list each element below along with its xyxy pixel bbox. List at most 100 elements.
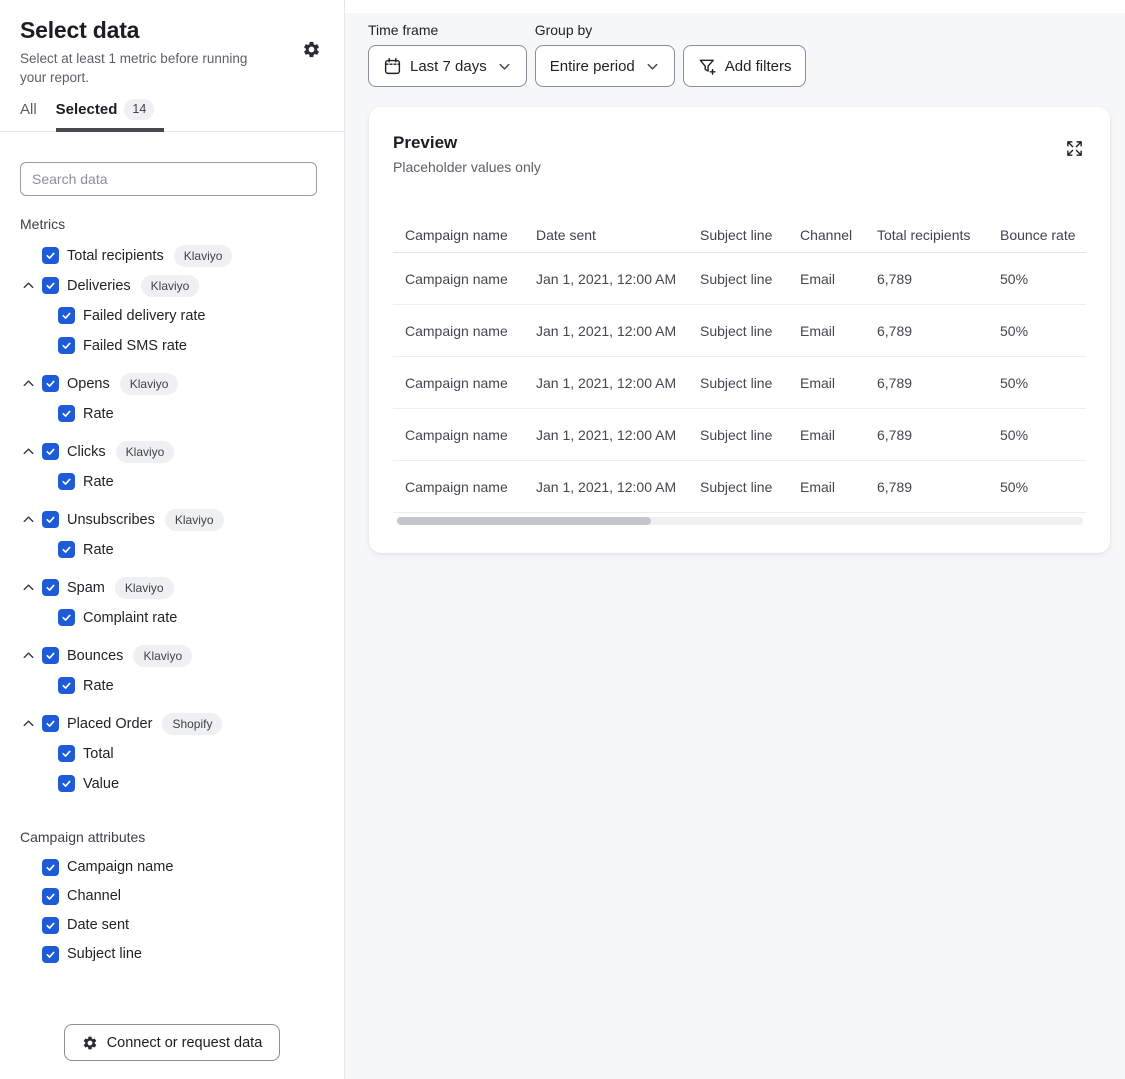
table-column-header: Date sent xyxy=(524,227,688,243)
select-data-sidebar: Select data Select at least 1 metric bef… xyxy=(0,0,345,1079)
group-by-label: Group by xyxy=(535,22,675,38)
metric-checkbox[interactable] xyxy=(42,715,59,732)
tab-all[interactable]: All xyxy=(20,99,37,131)
metric-checkbox[interactable] xyxy=(58,405,75,422)
metric-child-row: Failed SMS rate xyxy=(20,331,344,361)
table-cell: Jan 1, 2021, 12:00 AM xyxy=(524,427,688,443)
chevron-up-icon[interactable] xyxy=(20,716,36,731)
metric-group: Opens Klaviyo Rate xyxy=(20,369,344,429)
metric-children: Rate xyxy=(20,399,344,429)
metric-child-label: Complaint rate xyxy=(83,610,177,626)
metric-group: Total recipients Klaviyo xyxy=(20,241,344,271)
attribute-row: Channel xyxy=(20,882,344,911)
metric-checkbox[interactable] xyxy=(58,775,75,792)
time-frame-value: Last 7 days xyxy=(410,58,487,75)
source-badge: Klaviyo xyxy=(174,245,233,267)
horizontal-scrollbar-thumb[interactable] xyxy=(397,517,651,525)
connect-request-data-label: Connect or request data xyxy=(107,1035,263,1051)
chevron-up-icon[interactable] xyxy=(20,648,36,663)
table-cell: Jan 1, 2021, 12:00 AM xyxy=(524,271,688,287)
metric-children: Rate xyxy=(20,535,344,565)
table-row: Campaign nameJan 1, 2021, 12:00 AMSubjec… xyxy=(393,409,1086,461)
metric-checkbox[interactable] xyxy=(58,677,75,694)
attribute-checkbox[interactable] xyxy=(42,888,59,905)
preview-title: Preview xyxy=(393,131,541,155)
chevron-up-icon[interactable] xyxy=(20,512,36,527)
preview-table-header: Campaign nameDate sentSubject lineChanne… xyxy=(393,217,1086,253)
attributes-list: Campaign name Channel Date sent Subject … xyxy=(20,853,344,969)
metric-checkbox[interactable] xyxy=(42,247,59,264)
metric-child-row: Rate xyxy=(20,467,344,497)
table-cell: Campaign name xyxy=(393,427,524,443)
metric-checkbox[interactable] xyxy=(58,337,75,354)
metric-checkbox[interactable] xyxy=(58,541,75,558)
metric-checkbox[interactable] xyxy=(58,609,75,626)
sidebar-footer: Connect or request data xyxy=(0,1010,344,1079)
metric-checkbox[interactable] xyxy=(58,307,75,324)
connect-request-data-button[interactable]: Connect or request data xyxy=(64,1024,281,1061)
sidebar-header: Select data Select at least 1 metric bef… xyxy=(0,0,344,87)
attribute-label: Channel xyxy=(67,888,121,904)
chevron-up-icon[interactable] xyxy=(20,580,36,595)
metric-group: Unsubscribes Klaviyo Rate xyxy=(20,505,344,565)
attribute-checkbox[interactable] xyxy=(42,859,59,876)
metric-checkbox[interactable] xyxy=(42,277,59,294)
metric-checkbox[interactable] xyxy=(42,375,59,392)
settings-gear-icon[interactable] xyxy=(300,38,322,60)
metric-checkbox[interactable] xyxy=(42,647,59,664)
sidebar-subtitle: Select at least 1 metric before running … xyxy=(20,49,272,87)
tab-selected-label: Selected xyxy=(56,101,118,118)
metric-row: Bounces Klaviyo xyxy=(20,641,344,671)
search-input[interactable] xyxy=(20,162,317,196)
group-by-dropdown[interactable]: Entire period xyxy=(535,45,675,87)
attribute-row: Date sent xyxy=(20,911,344,940)
selected-count-badge: 14 xyxy=(124,99,154,120)
metric-checkbox[interactable] xyxy=(42,443,59,460)
table-row: Campaign nameJan 1, 2021, 12:00 AMSubjec… xyxy=(393,305,1086,357)
table-cell: Email xyxy=(788,271,865,287)
metric-label: Bounces xyxy=(67,648,123,664)
preview-table: Campaign nameDate sentSubject lineChanne… xyxy=(393,217,1086,525)
metric-child-row: Value xyxy=(20,769,344,799)
table-cell: Email xyxy=(788,375,865,391)
group-by-value: Entire period xyxy=(550,58,635,75)
table-cell: Subject line xyxy=(688,427,788,443)
metric-child-row: Rate xyxy=(20,399,344,429)
metric-checkbox[interactable] xyxy=(58,473,75,490)
tab-selected[interactable]: Selected 14 xyxy=(56,99,155,131)
chevron-up-icon[interactable] xyxy=(20,278,36,293)
time-frame-dropdown[interactable]: Last 7 days xyxy=(368,45,527,87)
expand-icon[interactable] xyxy=(1063,137,1086,160)
table-cell: Campaign name xyxy=(393,479,524,495)
metric-checkbox[interactable] xyxy=(42,579,59,596)
metric-label: Unsubscribes xyxy=(67,512,155,528)
metric-child-label: Rate xyxy=(83,406,114,422)
sidebar-tabs: All Selected 14 xyxy=(0,99,344,132)
chevron-up-icon[interactable] xyxy=(20,376,36,391)
table-cell: Email xyxy=(788,323,865,339)
attribute-checkbox[interactable] xyxy=(42,917,59,934)
metric-label: Opens xyxy=(67,376,110,392)
table-row: Campaign nameJan 1, 2021, 12:00 AMSubjec… xyxy=(393,461,1086,513)
metric-label: Deliveries xyxy=(67,278,131,294)
metric-checkbox[interactable] xyxy=(58,745,75,762)
table-cell: Subject line xyxy=(688,375,788,391)
chevron-up-icon[interactable] xyxy=(20,444,36,459)
chevron-down-icon xyxy=(645,59,660,74)
add-filters-button[interactable]: Add filters xyxy=(683,45,807,87)
attribute-checkbox[interactable] xyxy=(42,946,59,963)
metric-children: Total Value xyxy=(20,739,344,799)
metric-checkbox[interactable] xyxy=(42,511,59,528)
time-frame-label: Time frame xyxy=(368,22,527,38)
metric-child-label: Value xyxy=(83,776,119,792)
metric-row: Unsubscribes Klaviyo xyxy=(20,505,344,535)
table-cell: Subject line xyxy=(688,323,788,339)
metric-group: Spam Klaviyo Complaint rate xyxy=(20,573,344,633)
table-cell: Jan 1, 2021, 12:00 AM xyxy=(524,479,688,495)
metric-child-row: Rate xyxy=(20,535,344,565)
horizontal-scrollbar-track[interactable] xyxy=(397,517,1083,525)
table-column-header: Campaign name xyxy=(393,227,524,243)
table-cell: 6,789 xyxy=(865,271,988,287)
table-cell: Campaign name xyxy=(393,271,524,287)
metric-child-label: Failed delivery rate xyxy=(83,308,206,324)
